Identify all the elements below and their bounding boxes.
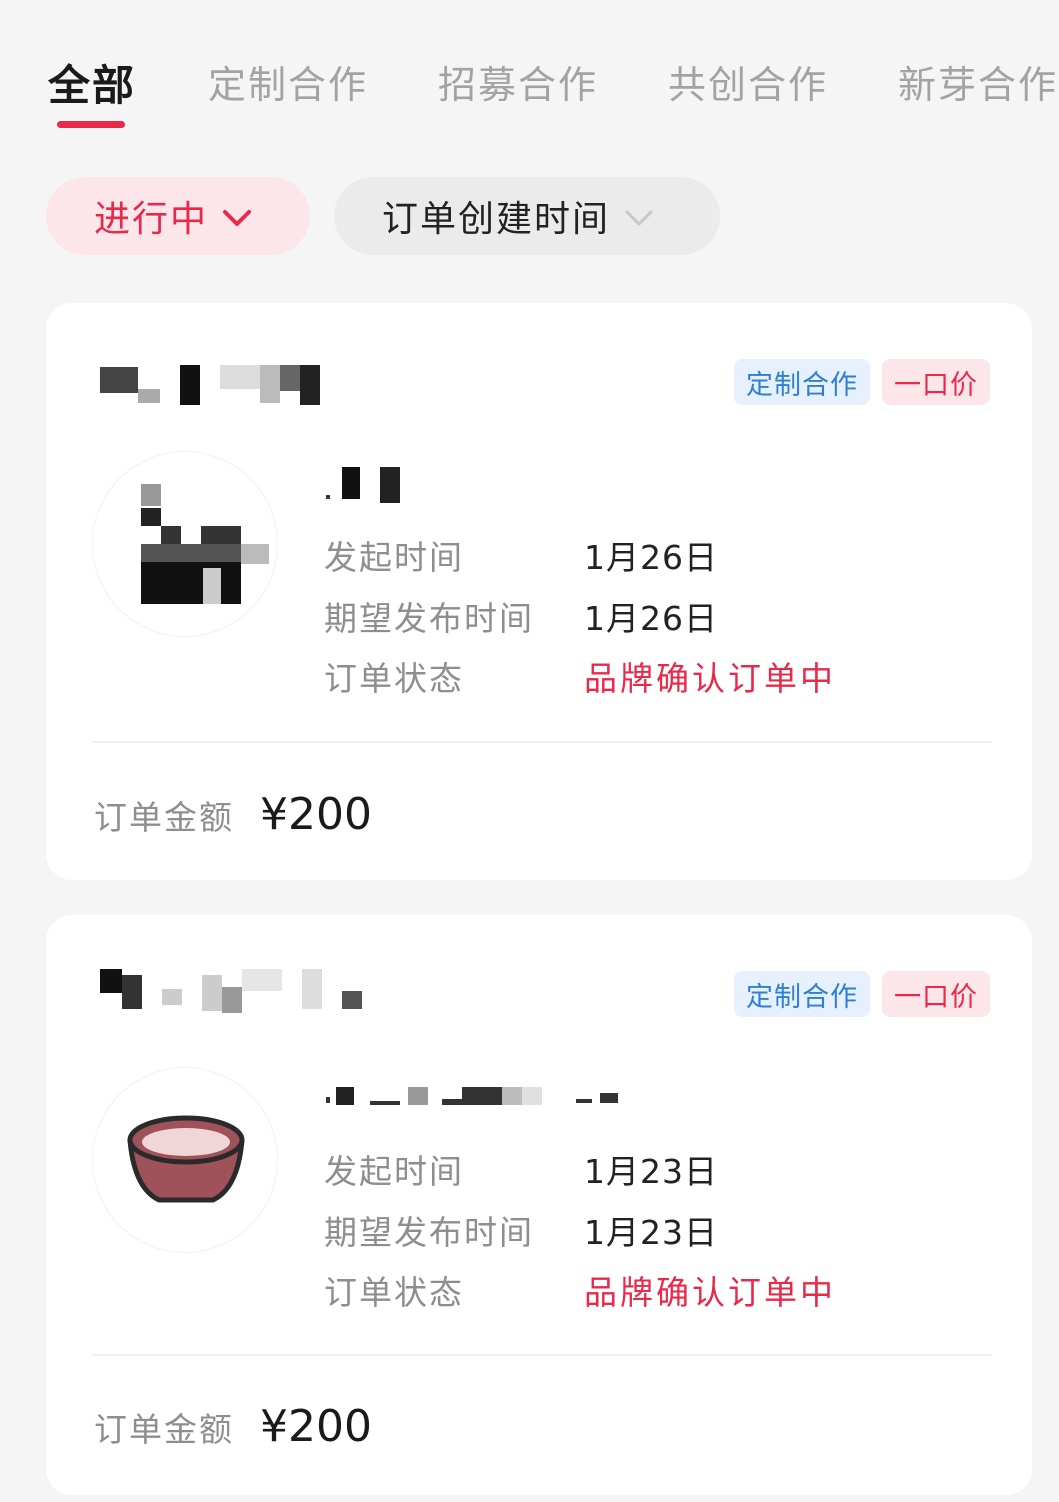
- order-status-row: 订单状态 品牌确认订单中: [324, 1266, 836, 1314]
- tab-all[interactable]: 全部: [48, 52, 136, 113]
- start-time-value: 1月26日: [584, 538, 718, 577]
- order-tags: 定制合作 一口价: [734, 359, 990, 405]
- category-tabs: 全部 定制合作 招募合作 共创合作 新芽合作: [0, 40, 1059, 140]
- pricing-badge: 一口价: [882, 359, 990, 405]
- product-image: [92, 1067, 278, 1253]
- status-filter-button[interactable]: 进行中: [46, 177, 310, 255]
- expected-publish-time-row: 期望发布时间 1月26日: [324, 592, 718, 640]
- product-image: [92, 451, 278, 637]
- expected-publish-time-value: 1月23日: [584, 1213, 718, 1252]
- order-status-label: 订单状态: [324, 1273, 464, 1312]
- cooperation-type-badge: 定制合作: [734, 971, 870, 1017]
- tab-recruit-cooperation[interactable]: 招募合作: [438, 54, 598, 109]
- order-amount-value: ¥200: [260, 789, 372, 840]
- redacted-product-name: [326, 467, 400, 503]
- tab-sprout-cooperation[interactable]: 新芽合作: [898, 54, 1058, 109]
- order-tags: 定制合作 一口价: [734, 971, 990, 1017]
- tab-co-create-cooperation[interactable]: 共创合作: [668, 54, 828, 109]
- divider: [92, 1354, 992, 1356]
- chevron-down-icon: [222, 196, 252, 237]
- chevron-down-icon: [624, 196, 654, 237]
- status-filter-label: 进行中: [94, 199, 209, 240]
- order-amount-row: 订单金额 ¥200: [94, 789, 372, 840]
- expected-publish-time-label: 期望发布时间: [324, 1213, 534, 1252]
- order-card[interactable]: 定制合作 一口价 发起时间 1月26日 期望发布时间 1月26日 订单状态 品牌…: [46, 303, 1032, 880]
- tab-custom-cooperation[interactable]: 定制合作: [208, 54, 368, 109]
- sort-filter-button[interactable]: 订单创建时间: [334, 177, 720, 255]
- redacted-brand-name: [100, 365, 320, 405]
- start-time-label: 发起时间: [324, 1152, 464, 1191]
- order-status-label: 订单状态: [324, 659, 464, 698]
- start-time-label: 发起时间: [324, 538, 464, 577]
- start-time-row: 发起时间 1月26日: [324, 531, 718, 579]
- order-status-value: 品牌确认订单中: [584, 659, 836, 698]
- order-status-value: 品牌确认订单中: [584, 1273, 836, 1312]
- redacted-brand-name: [100, 969, 362, 1013]
- order-status-row: 订单状态 品牌确认订单中: [324, 652, 836, 700]
- expected-publish-time-label: 期望发布时间: [324, 599, 534, 638]
- cooperation-type-badge: 定制合作: [734, 359, 870, 405]
- divider: [92, 741, 992, 743]
- start-time-value: 1月23日: [584, 1152, 718, 1191]
- pricing-badge: 一口价: [882, 971, 990, 1017]
- expected-publish-time-value: 1月26日: [584, 599, 718, 638]
- order-amount-value: ¥200: [260, 1401, 372, 1452]
- active-tab-indicator: [57, 121, 125, 128]
- order-amount-label: 订单金额: [94, 1410, 234, 1449]
- order-card[interactable]: 定制合作 一口价 发起时间 1月23日 期望发布时间 1月23日 订单状态 品牌…: [46, 915, 1032, 1495]
- expected-publish-time-row: 期望发布时间 1月23日: [324, 1206, 718, 1254]
- redacted-product-name: [326, 1087, 618, 1105]
- order-amount-label: 订单金额: [94, 798, 234, 837]
- start-time-row: 发起时间 1月23日: [324, 1145, 718, 1193]
- order-amount-row: 订单金额 ¥200: [94, 1401, 372, 1452]
- sort-filter-label: 订单创建时间: [382, 199, 611, 240]
- bowl-icon: [127, 1115, 245, 1203]
